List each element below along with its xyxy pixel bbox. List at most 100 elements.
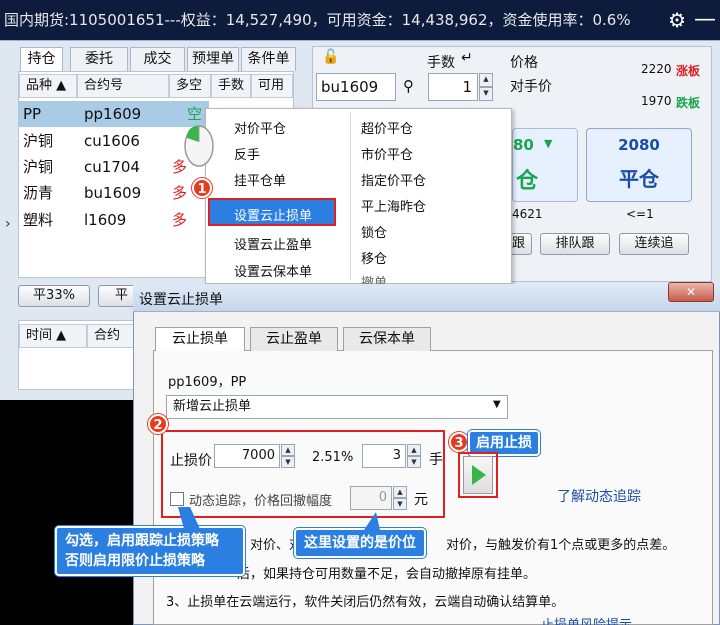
close-card-label: 平仓 [619,167,659,191]
description-line-1-right: 对价，与触发价有1个点或更多的点差。 [446,538,676,553]
qty-left: 4621 [512,207,543,221]
menu-item-counter-close[interactable]: 对价平仓 [234,118,286,137]
tab-positions[interactable]: 持仓 [20,47,63,71]
close-33-percent-button[interactable]: 平33% [18,285,90,307]
open-card-label: 仓 [516,169,539,194]
stop-price-input[interactable]: 7000 [214,444,280,468]
table-row-name: 沥青 [23,184,54,202]
menu-item-reverse[interactable]: 反手 [234,144,260,163]
col-header-lots[interactable]: 手数 [211,74,251,98]
open-card-price: 80 [513,136,534,154]
col-header-available[interactable]: 可用 [251,74,293,98]
menu-divider [350,112,351,280]
table-row-name: PP [23,105,42,123]
stop-price-down-icon[interactable]: ▼ [281,456,295,468]
trailing-label: 动态追踪，价格回撤幅度 [189,494,333,509]
table-row-name: 沪铜 [23,132,54,150]
queue-follow-button[interactable]: 排队跟 [540,233,610,255]
menu-item-overprice-close[interactable]: 超价平仓 [361,118,413,137]
learn-trailing-link[interactable]: 了解动态追踪 [557,486,641,506]
trailing-up-icon[interactable]: ▲ [393,486,407,498]
close-card-price: 2080 [618,136,660,154]
limit-down-value: 1970 [641,94,672,108]
trailing-amount-input[interactable]: 0 [350,486,392,510]
lots-input[interactable]: 1 [428,73,478,101]
stoploss-risk-link[interactable]: 止损单风险提示 [541,614,632,625]
play-icon [472,465,486,485]
limit-up-label: 涨板 [676,64,701,78]
contract-input[interactable]: bu1609 [316,73,396,101]
price-type-select[interactable]: 对手价 [510,76,552,96]
close-partial-button[interactable]: 平 [98,285,138,307]
stoploss-mode-select[interactable]: 新增云止损单 [166,395,508,419]
callout-pointer-right [364,512,380,530]
price-label: 价格 [510,55,538,71]
menu-item-place-close[interactable]: 挂平仓单 [234,170,286,189]
step-badge-2: 2 [148,414,168,434]
dialog-title: 设置云止损单 [139,292,223,308]
stop-lots-down-icon[interactable]: ▼ [407,456,421,468]
limit-down-label: 跌板 [676,96,701,110]
trailing-callout: 勾选，启用跟踪止损策略 否则启用限价止损策略 [55,526,245,576]
expand-arrow-icon[interactable]: › [5,216,11,232]
tab-conditional-orders[interactable]: 条件单 [241,47,296,71]
lock-icon[interactable]: 🔓 [322,49,339,65]
table-row-code: cu1704 [84,158,140,176]
return-icon[interactable]: ↵ [461,50,473,66]
table-row-direction: 多 [172,211,188,229]
continuous-chase-button[interactable]: 连续追 [619,233,689,255]
step-badge-1: 1 [192,178,212,198]
table-row-code: l1609 [84,211,127,229]
tab-trades[interactable]: 成交 [130,47,185,71]
table-row-direction: 多 [172,184,188,202]
table-row-name: 塑料 [23,211,54,229]
stop-lots-input[interactable]: 3 [362,444,406,468]
menu-item-set-cloud-stoploss[interactable]: 设置云止损单 [234,205,312,224]
lots-up-icon[interactable]: ▲ [479,73,493,87]
stop-price-up-icon[interactable]: ▲ [281,444,295,456]
menu-item-move[interactable]: 移仓 [361,248,387,267]
col-header-time[interactable]: 时间 ▲ [19,324,87,348]
menu-item-market-close[interactable]: 市价平仓 [361,144,413,163]
percent-value: 2.51% [312,450,354,465]
qty-right: <=1 [626,207,654,221]
menu-item-set-cloud-breakeven[interactable]: 设置云保本单 [234,261,312,280]
menu-item-shanghai-yesterday-close[interactable]: 平上海昨仓 [361,196,426,215]
col-header-contract[interactable]: 合约号 [77,74,169,98]
dialog-tab-stoploss[interactable]: 云止损单 [155,327,245,351]
description-line-2: 后，如果持仓可用数量不足，会自动撤掉原有挂单。 [237,567,537,582]
trailing-checkbox[interactable] [170,492,184,506]
mouse-icon [184,125,214,167]
lots-label: 手数 [427,55,455,71]
table-row-code: bu1609 [84,184,142,202]
lots-down-icon[interactable]: ▼ [479,87,493,101]
table-row-code: cu1606 [84,132,140,150]
tab-orders[interactable]: 委托 [70,47,128,71]
account-status-bar: 国内期货:1105001651---权益：14,527,490，可用资金：14,… [0,0,720,40]
minimize-icon[interactable]: — [694,0,716,40]
account-summary: 国内期货:1105001651---权益：14,527,490，可用资金：14,… [4,11,631,29]
chevron-down-icon[interactable]: ▼ [493,399,501,410]
stop-lots-up-icon[interactable]: ▲ [407,444,421,456]
gear-icon[interactable]: ⚙ [668,0,686,40]
contract-label: pp1609，PP [168,375,247,390]
dialog-tab-breakeven[interactable]: 云保本单 [343,327,431,351]
enable-stoploss-button[interactable] [463,456,493,494]
menu-item-specified-close[interactable]: 指定价平仓 [361,170,426,189]
search-icon[interactable]: ⚲ [403,77,414,95]
trailing-down-icon[interactable]: ▼ [393,498,407,510]
tab-preset-orders[interactable]: 预埋单 [187,47,239,71]
price-callout: 这里设置的是价位 [294,528,426,558]
menu-item-set-cloud-takeprofit[interactable]: 设置云止盈单 [234,234,312,253]
lots-unit: 手 [429,452,443,468]
limit-up-value: 2220 [641,62,672,76]
dialog-close-icon[interactable]: ✕ [668,282,714,302]
dialog-tab-takeprofit[interactable]: 云止盈单 [250,327,338,351]
down-arrow-icon: ▼ [544,137,553,150]
table-row-name: 沪铜 [23,158,54,176]
description-line-3: 3、止损单在云端运行，软件关闭后仍然有效，云端自动确认结算单。 [166,595,565,610]
step-badge-3: 3 [449,432,469,452]
col-header-product[interactable]: 品种 ▲ [19,74,77,98]
menu-item-lock[interactable]: 锁仓 [361,222,387,241]
col-header-direction[interactable]: 多空 [169,74,211,98]
